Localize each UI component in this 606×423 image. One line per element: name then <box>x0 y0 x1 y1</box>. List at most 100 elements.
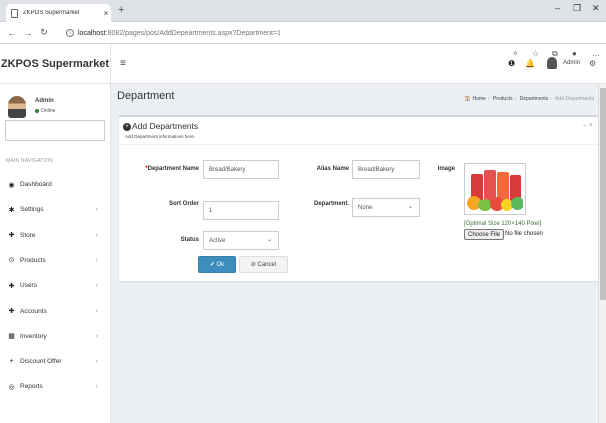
breadcrumb: 🏠 Home › Products › Departments › Add Depar… <box>464 96 594 102</box>
product-icon: ⊙ <box>8 257 15 265</box>
breadcrumb-current: Add Departments <box>555 96 594 102</box>
scrollbar-thumb[interactable] <box>600 88 606 300</box>
minimize-icon[interactable]: – <box>555 3 560 13</box>
close-window-icon[interactable]: ✕ <box>592 3 600 14</box>
breadcrumb-home[interactable]: Home <box>472 96 485 102</box>
top-navbar: ≡ ❶ 🔔 Admin ⚙ <box>111 44 606 84</box>
sidebar-item-dashboard[interactable]: ◉ Dashboard <box>0 172 110 197</box>
breadcrumb-departments[interactable]: Departments <box>520 96 549 102</box>
alias-name-input[interactable]: Bread/Bakery <box>352 160 420 179</box>
chevron-left-icon: ‹ <box>95 282 98 290</box>
url-path: :8082/pages/pos/AddDepeartments.aspx?Dep… <box>105 29 281 37</box>
choose-file-button[interactable]: Choose File <box>464 229 505 240</box>
alias-name-label: Alias Name <box>316 166 349 172</box>
avatar[interactable] <box>547 57 557 69</box>
no-file-text: No file chosen <box>505 231 544 237</box>
ok-button[interactable]: ✔ Ok <box>198 256 236 273</box>
browser-tab[interactable]: ZKPOS Supermarket × <box>6 4 111 22</box>
home-icon: 🏠 <box>464 96 472 102</box>
status-select[interactable]: Active ⌄ <box>203 231 279 250</box>
plus-icon: + <box>9 358 14 366</box>
page-title: Department <box>117 90 175 102</box>
url-host: localhost <box>78 29 106 37</box>
back-icon[interactable]: ← <box>4 28 20 38</box>
user-avatar <box>8 96 26 118</box>
department-name-input[interactable]: Bread/Bakery <box>203 160 279 179</box>
chevron-left-icon: ‹ <box>95 206 98 214</box>
divider <box>119 144 599 145</box>
app-logo[interactable]: ZKPOS Supermarket <box>0 44 111 84</box>
chevron-left-icon: ‹ <box>95 307 98 315</box>
address-bar: ← → ↻ i localhost:8082/pages/pos/AddDepe… <box>0 22 606 58</box>
hamburger-menu-icon[interactable]: ≡ <box>120 58 126 69</box>
sidebar-item-settings[interactable]: ✱ Settings ‹ <box>0 197 110 222</box>
sidebar-search-input[interactable] <box>5 120 105 141</box>
user-status: Online <box>35 108 55 114</box>
sort-order-input[interactable]: 1 <box>203 201 279 220</box>
image-size-hint: [Optimal Size 120×140 Pixel] <box>464 221 542 227</box>
chevron-left-icon: ‹ <box>95 231 98 239</box>
sidebar: Admin Online MAIN NAVIGATION ◉ Dashboard ✱… <box>0 84 111 423</box>
department-name-label: *Department Name <box>145 166 199 172</box>
tab-title: ZKPOS Supermarket <box>23 10 80 16</box>
reports-icon: ◎ <box>8 383 15 391</box>
site-info-icon[interactable]: i <box>66 29 74 37</box>
sidebar-item-label: Store <box>20 231 36 239</box>
chevron-left-icon: ‹ <box>95 256 98 264</box>
chevron-down-icon: ⌄ <box>407 204 413 210</box>
browser-tab-bar: ZKPOS Supermarket × + – ❐ ✕ <box>0 0 606 22</box>
breadcrumb-products[interactable]: Products <box>493 96 513 102</box>
box-tools[interactable]: – × <box>583 122 593 129</box>
parent-department-select[interactable]: None ⌄ <box>352 198 420 217</box>
department-image <box>464 163 526 215</box>
forward-icon[interactable]: → <box>20 28 36 38</box>
chevron-left-icon: ‹ <box>95 358 98 366</box>
plus-circle-icon: + <box>123 122 131 131</box>
add-department-box: + Add Departments Add Department informat… <box>119 115 599 281</box>
bell-icon[interactable]: 🔔 <box>525 59 535 68</box>
cancel-button[interactable]: ⊘ Cancel <box>239 256 288 273</box>
users-icon: ✚ <box>8 308 15 315</box>
reload-icon[interactable]: ↻ <box>36 27 52 38</box>
sidebar-item-label: Discount Offer <box>20 358 62 366</box>
sidebar-item-users[interactable]: ✚ Users ‹ <box>0 273 110 298</box>
chevron-left-icon: ‹ <box>95 332 98 340</box>
dashboard-icon: ◉ <box>8 181 15 189</box>
url-field[interactable]: i localhost:8082/pages/pos/AddDepeartmen… <box>66 26 496 40</box>
users-icon: ✚ <box>8 282 15 290</box>
maximize-icon[interactable]: ❐ <box>573 3 581 14</box>
user-name: Admin <box>35 98 54 104</box>
department-label: Department. <box>313 201 349 207</box>
new-tab-icon[interactable]: + <box>118 4 124 16</box>
inventory-icon: ▦ <box>8 333 15 341</box>
sidebar-item-label: Products <box>20 256 46 264</box>
sidebar-item-reports[interactable]: ◎ Reports ‹ <box>0 374 110 399</box>
sidebar-item-label: Reports <box>20 383 43 391</box>
sidebar-item-products[interactable]: ⊙ Products ‹ <box>0 248 110 273</box>
sort-order-label: Sort Order <box>168 201 199 207</box>
box-title: + Add Departments <box>123 121 198 131</box>
header-user-name[interactable]: Admin <box>563 60 580 66</box>
nav-header: MAIN NAVIGATION <box>6 158 53 164</box>
online-dot-icon <box>35 108 39 113</box>
sidebar-item-label: Accounts <box>20 307 47 315</box>
content-area: Department 🏠 Home › Products › Departments… <box>111 84 599 423</box>
box-subtitle: Add Department informations here. <box>125 134 196 139</box>
status-label: Status <box>180 237 199 243</box>
sidebar-item-discount-offer[interactable]: + Discount Offer ‹ <box>0 349 110 374</box>
chevron-down-icon: ⌄ <box>266 237 272 243</box>
sidebar-item-label: Settings <box>20 206 44 214</box>
chevron-left-icon: ‹ <box>95 383 98 391</box>
sidebar-item-label: Users <box>20 282 37 290</box>
sidebar-item-label: Inventory <box>20 332 47 340</box>
gear-icon: ✱ <box>8 206 15 214</box>
gears-icon[interactable]: ⚙ <box>589 59 596 68</box>
sidebar-item-inventory[interactable]: ▦ Inventory ‹ <box>0 324 110 349</box>
close-tab-icon[interactable]: × <box>101 9 111 18</box>
sidebar-item-label: Dashboard <box>20 181 52 188</box>
sidebar-item-accounts[interactable]: ✚ Accounts ‹ <box>0 299 110 324</box>
scrollbar[interactable] <box>598 84 606 423</box>
sidebar-item-store[interactable]: ✚ Store ‹ <box>0 223 110 248</box>
info-icon[interactable]: ❶ <box>508 59 515 68</box>
users-icon: ✚ <box>8 232 15 240</box>
